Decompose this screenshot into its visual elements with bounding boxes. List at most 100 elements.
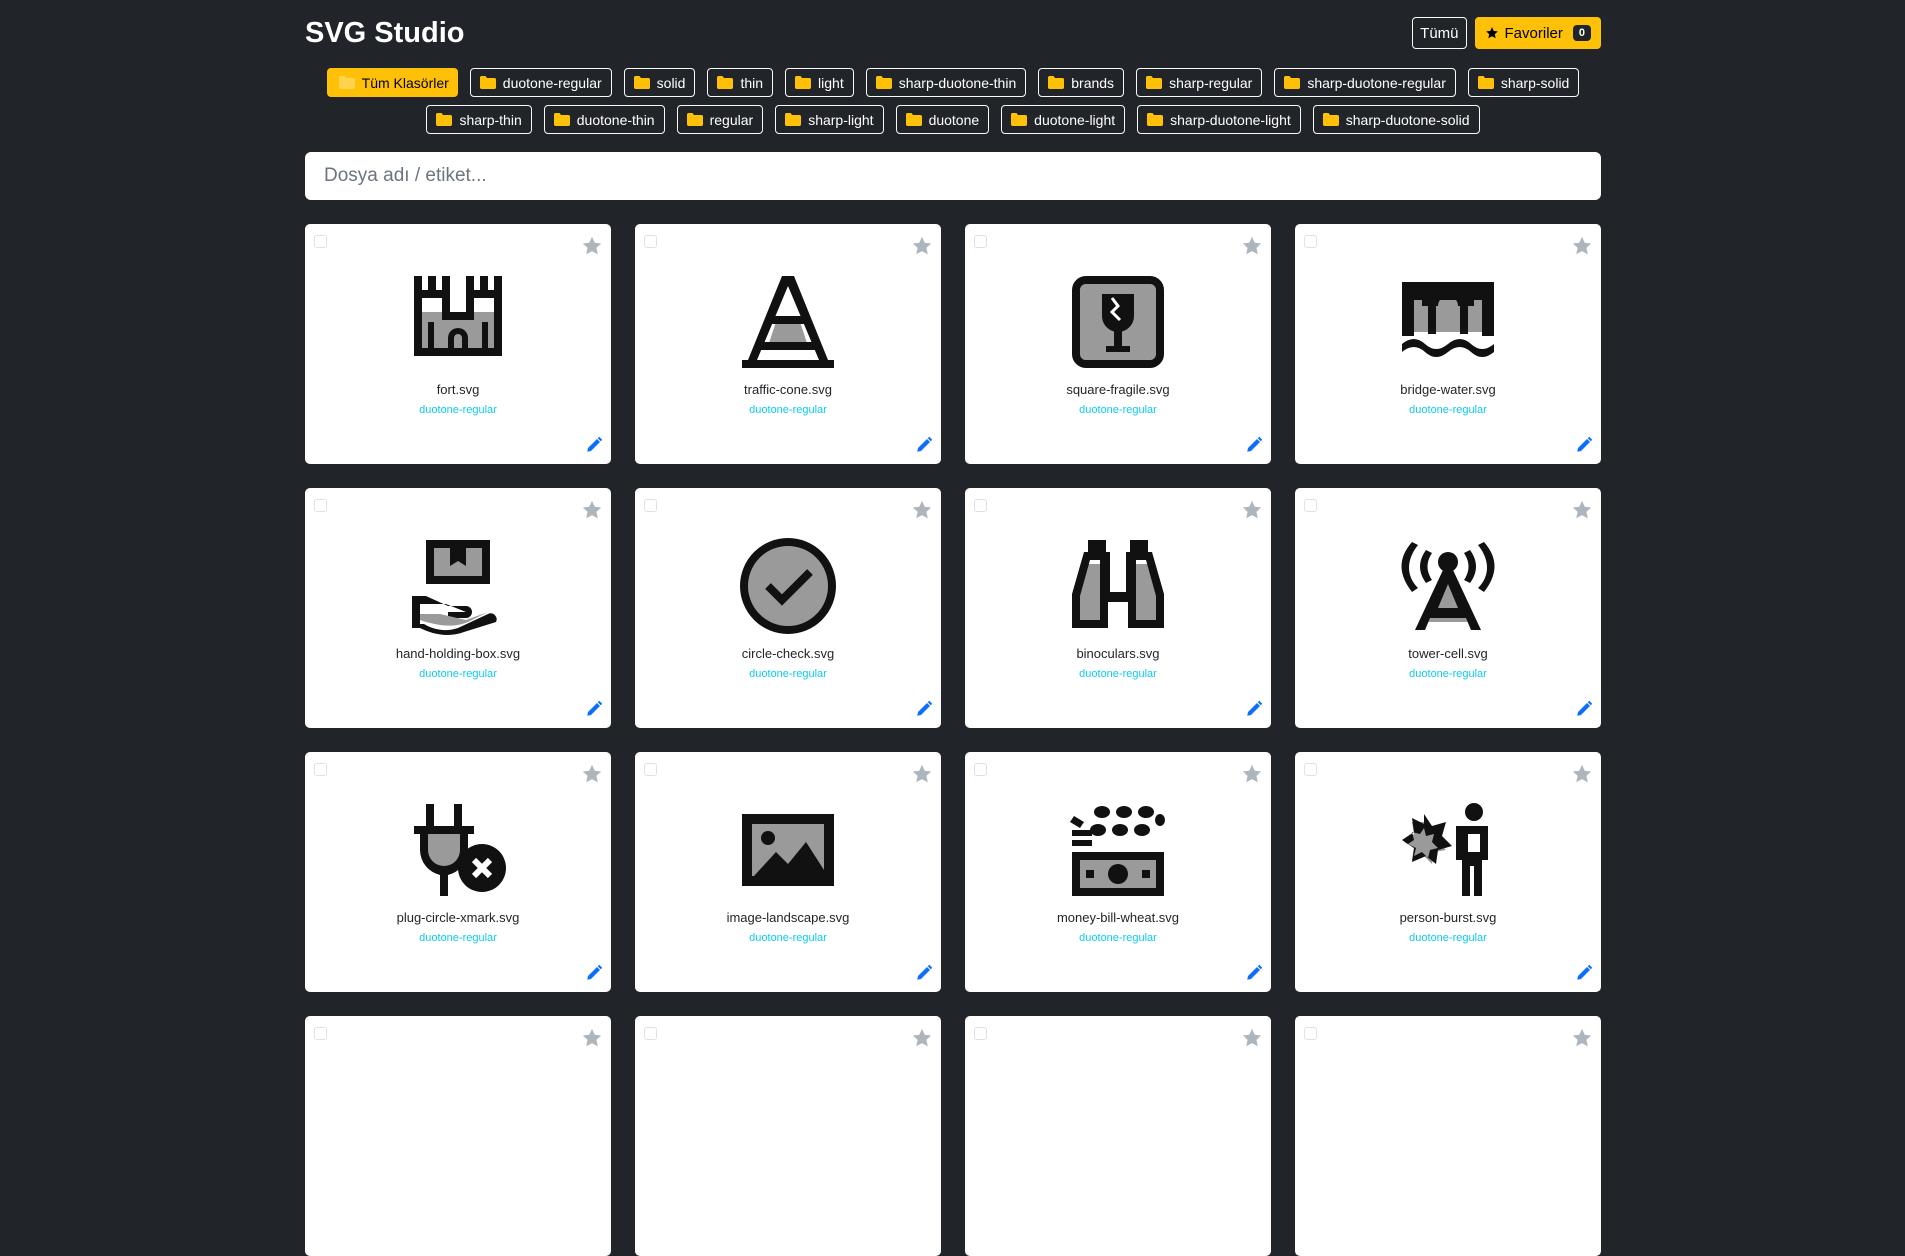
edit-pencil-icon[interactable] [915,436,933,454]
icon-card[interactable]: circle-check.svg duotone-regular [635,488,941,728]
select-checkbox[interactable] [974,235,987,248]
icon-card[interactable]: tower-cell.svg duotone-regular [1295,488,1601,728]
favorite-star-icon[interactable] [581,763,603,785]
edit-pencil-icon[interactable] [1245,700,1263,718]
select-checkbox[interactable] [644,763,657,776]
select-checkbox[interactable] [644,235,657,248]
search-input[interactable] [322,164,1584,188]
folder-chip[interactable]: duotone-regular [469,68,612,97]
favorite-star-icon[interactable] [1571,1027,1593,1049]
select-checkbox[interactable] [974,499,987,512]
select-checkbox[interactable] [1304,235,1317,248]
edit-pencil-icon[interactable] [585,964,603,982]
icon-card-partial[interactable] [305,1016,611,1256]
edit-pencil-icon[interactable] [1245,964,1263,982]
favorite-star-icon[interactable] [1241,235,1263,257]
select-checkbox[interactable] [1304,1027,1317,1040]
select-checkbox[interactable] [974,1027,987,1040]
folder-chip[interactable]: duotone [895,105,990,134]
folder-chip[interactable]: light [785,68,854,97]
edit-pencil-icon[interactable] [1575,964,1593,982]
select-checkbox[interactable] [314,1027,327,1040]
folder-chip[interactable]: sharp-regular [1136,68,1263,97]
folder-chip[interactable]: brands [1038,68,1125,97]
edit-pencil-icon[interactable] [585,436,603,454]
folder-chip[interactable]: duotone-thin [543,105,665,134]
folder-tag[interactable]: duotone-regular [305,932,611,944]
star-icon [1485,27,1498,39]
folder-tag[interactable]: duotone-regular [635,404,941,416]
folder-chip[interactable]: sharp-solid [1467,68,1580,97]
favorites-button[interactable]: Favoriler 0 [1474,17,1601,49]
icon-card[interactable]: fort.svg duotone-regular [305,224,611,464]
select-checkbox[interactable] [1304,763,1317,776]
favorite-star-icon[interactable] [1241,1027,1263,1049]
folder-tag[interactable]: duotone-regular [1295,404,1601,416]
select-checkbox[interactable] [1304,499,1317,512]
favorite-star-icon[interactable] [911,235,933,257]
select-checkbox[interactable] [974,763,987,776]
folder-tag[interactable]: duotone-regular [305,668,611,680]
folder-chip[interactable]: sharp-light [775,105,884,134]
folder-tag[interactable]: duotone-regular [635,668,941,680]
folder-tag[interactable]: duotone-regular [1295,932,1601,944]
select-checkbox[interactable] [314,235,327,248]
icon-card[interactable]: binoculars.svg duotone-regular [965,488,1271,728]
icon-card-partial[interactable] [635,1016,941,1256]
icon-card[interactable]: hand-holding-box.svg duotone-regular [305,488,611,728]
file-name: money-bill-wheat.svg [1056,910,1180,925]
favorite-star-icon[interactable] [1241,499,1263,521]
folder-chip[interactable]: thin [707,68,774,97]
folder-tag[interactable]: duotone-regular [965,668,1271,680]
favorite-star-icon[interactable] [1571,499,1593,521]
all-button[interactable]: Tümü [1412,17,1467,49]
folder-chip[interactable]: regular [676,105,764,134]
favorite-star-icon[interactable] [581,235,603,257]
folder-chip[interactable]: sharp-duotone-solid [1312,105,1480,134]
folder-tag[interactable]: duotone-regular [965,404,1271,416]
edit-pencil-icon[interactable] [1575,700,1593,718]
icon-card[interactable]: person-burst.svg duotone-regular [1295,752,1601,992]
folder-tag[interactable]: duotone-regular [635,932,941,944]
icon-card[interactable]: money-bill-wheat.svg duotone-regular [965,752,1271,992]
favorite-star-icon[interactable] [911,1027,933,1049]
folder-chip[interactable]: Tüm Klasörler [326,68,458,97]
favorite-star-icon[interactable] [581,499,603,521]
folder-chip[interactable]: solid [623,68,696,97]
icon-card[interactable]: bridge-water.svg duotone-regular [1295,224,1601,464]
edit-pencil-icon[interactable] [915,964,933,982]
edit-pencil-icon[interactable] [585,700,603,718]
edit-pencil-icon[interactable] [1575,436,1593,454]
select-checkbox[interactable] [314,763,327,776]
folder-chip[interactable]: sharp-duotone-light [1137,105,1301,134]
favorite-star-icon[interactable] [1571,763,1593,785]
select-checkbox[interactable] [644,1027,657,1040]
favorite-star-icon[interactable] [1571,235,1593,257]
folder-tag[interactable]: duotone-regular [1295,668,1601,680]
icon-card-partial[interactable] [965,1016,1271,1256]
icon-card[interactable]: plug-circle-xmark.svg duotone-regular [305,752,611,992]
edit-pencil-icon[interactable] [1245,436,1263,454]
folder-tag[interactable]: duotone-regular [965,932,1271,944]
folder-chip[interactable]: sharp-duotone-thin [865,68,1027,97]
icon-card[interactable]: traffic-cone.svg duotone-regular [635,224,941,464]
folder-icon [1477,76,1494,89]
favorite-star-icon[interactable] [581,1027,603,1049]
folder-chip[interactable]: sharp-duotone-regular [1274,68,1456,97]
tower-cell-icon [1295,536,1601,636]
select-checkbox[interactable] [644,499,657,512]
folder-chip[interactable]: sharp-thin [426,105,532,134]
favorite-star-icon[interactable] [911,499,933,521]
favorite-star-icon[interactable] [1241,763,1263,785]
folder-icon [1322,113,1339,126]
icon-card[interactable]: image-landscape.svg duotone-regular [635,752,941,992]
favorite-star-icon[interactable] [911,763,933,785]
select-checkbox[interactable] [314,499,327,512]
folder-filter-bar: Tüm Klasörler duotone-regular solid thin lig… [305,68,1601,134]
icon-card[interactable]: square-fragile.svg duotone-regular [965,224,1271,464]
folder-tag[interactable]: duotone-regular [305,404,611,416]
icon-card-partial[interactable] [1295,1016,1601,1256]
traffic-cone-icon [635,272,941,372]
edit-pencil-icon[interactable] [915,700,933,718]
folder-chip[interactable]: duotone-light [1001,105,1126,134]
